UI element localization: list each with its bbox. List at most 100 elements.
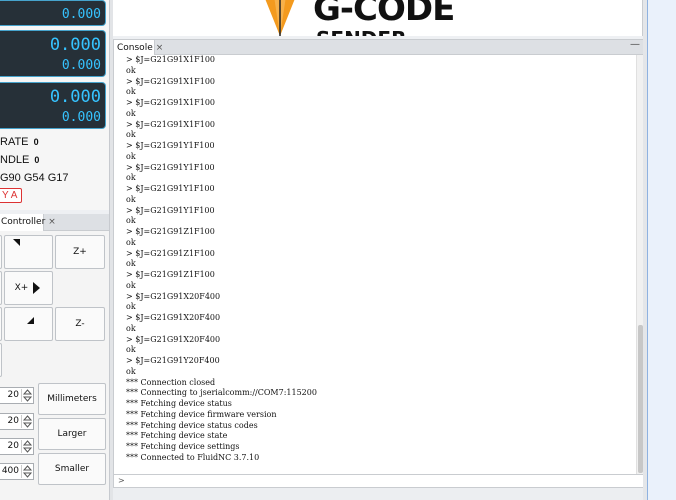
console-line: *** Fetching device status codes: [126, 420, 258, 430]
console-line: *** Connection closed: [126, 377, 216, 387]
console-line: > $J=G21G91X20F400: [126, 313, 221, 322]
play-triangle-icon: [33, 282, 41, 294]
dro-panel: 0.000 0.000 0.000 0.000 0.000 RATE 0 NDL…: [0, 0, 109, 210]
up-down-arrows-icon[interactable]: [21, 465, 33, 478]
jog-z-minus-button[interactable]: Z-: [55, 307, 105, 341]
console-line: > $J=G21G91Z1F100: [126, 227, 215, 236]
larger-button[interactable]: Larger: [38, 418, 106, 450]
arrow-triangle-icon: [13, 239, 20, 246]
console-line: ok: [126, 366, 136, 376]
console-output[interactable]: > $J=G21G91X1F100 ok > $J=G21G91X1F100 ok > …: [113, 55, 644, 474]
up-down-arrows-icon[interactable]: [21, 389, 33, 402]
jog-z-plus-label: Z+: [73, 247, 87, 257]
step-z-value: 20: [7, 416, 19, 426]
step-a-spinner[interactable]: 20: [0, 438, 34, 455]
close-icon[interactable]: ×: [48, 217, 56, 227]
alarm-badge[interactable]: Y A: [0, 188, 23, 203]
console-line: > $J=G21G91Z1F100: [126, 270, 215, 279]
console-line: ok: [126, 65, 136, 75]
console-line: ok: [126, 323, 136, 333]
console-line: ok: [126, 130, 136, 140]
tab-controller[interactable]: Controller ×: [0, 214, 56, 231]
feed-step-value: 400: [1, 466, 19, 476]
tab-console-label: Console: [117, 43, 153, 53]
up-down-arrows-icon[interactable]: [21, 415, 33, 428]
gcode-state: G90 G54 G17: [0, 172, 69, 184]
console-line: ok: [126, 87, 136, 97]
dro-x-work-value: 0.000: [61, 7, 101, 22]
jog-x-plus-button[interactable]: X+: [4, 271, 53, 305]
up-down-arrows-icon[interactable]: [21, 440, 33, 453]
jog-z-plus-button[interactable]: Z+: [55, 235, 105, 269]
console-line: *** Connecting to jserialcomm://COM7:115…: [126, 388, 317, 398]
step-xy-value: 20: [7, 390, 19, 400]
minimize-icon[interactable]: —: [630, 39, 640, 50]
controller-tabbar: Controller ×: [0, 214, 109, 231]
console-line: *** Fetching device settings: [126, 442, 240, 451]
app-window: 0.000 0.000 0.000 0.000 0.000 RATE 0 NDL…: [0, 0, 676, 500]
logo-cone-icon: [265, 0, 295, 36]
console-line: > $J=G21G91Y20F400: [126, 356, 220, 365]
logo-word-sub: SENDER: [316, 27, 406, 36]
step-xy-spinner[interactable]: 20: [0, 387, 34, 404]
console-line: ok: [126, 194, 136, 204]
command-input[interactable]: >: [113, 474, 644, 488]
console-line: ok: [126, 280, 136, 290]
console-line: *** Fetching device status: [126, 399, 232, 408]
close-icon[interactable]: ×: [156, 43, 164, 53]
console-line: > $J=G21G91X20F400: [126, 291, 221, 301]
jog-x-minus-y-plus-button[interactable]: [0, 235, 2, 269]
dro-axis-z: 0.000 0.000: [0, 82, 106, 129]
jog-x-plus-y-plus-button[interactable]: [4, 235, 53, 269]
right-side-panel: [647, 0, 676, 500]
console-line: > $J=G21G91Y1F100: [126, 162, 215, 172]
console-scrollbar[interactable]: [636, 55, 643, 474]
jog-x-plus-label: X+: [14, 283, 29, 293]
jog-y-minus-button[interactable]: [0, 343, 2, 377]
console-line: > $J=G21G91X20F400: [126, 334, 221, 344]
smaller-button[interactable]: Smaller: [38, 453, 106, 485]
console-line: > $J=G21G91Z1F100: [126, 248, 215, 258]
jog-z-minus-label: Z-: [75, 319, 85, 329]
console-line: > $J=G21G91X1F100: [126, 119, 215, 129]
console-line: ok: [126, 173, 136, 183]
arrow-triangle-icon: [27, 317, 34, 324]
feed-rate-value: 0: [33, 137, 39, 147]
jog-x-plus-y-minus-button[interactable]: [4, 307, 53, 341]
console-line: ok: [126, 302, 136, 312]
spindle-row: NDLE 0: [0, 154, 39, 166]
logo-area: G-CODE SENDER: [113, 0, 643, 36]
dro-y-machine-value: 0.000: [49, 35, 101, 55]
console-line: ok: [126, 108, 136, 118]
console-lines: > $J=G21G91X1F100 ok > $J=G21G91X1F100 ok > …: [126, 55, 317, 464]
console-line: > $J=G21G91Y1F100: [126, 205, 215, 215]
console-line: ok: [126, 151, 136, 161]
jog-x-minus-y-minus-button[interactable]: [0, 307, 2, 341]
step-z-spinner[interactable]: 20: [0, 413, 34, 430]
tab-controller-label: Controller: [1, 217, 46, 227]
console-line: > $J=G21G91X1F100: [126, 55, 215, 64]
feed-rate-label: RATE: [0, 136, 29, 148]
tab-console[interactable]: Console ×: [113, 39, 163, 56]
console-tabbar: Console × —: [113, 39, 644, 56]
step-a-value: 20: [7, 441, 19, 451]
dro-y-work-value: 0.000: [61, 58, 101, 73]
spindle-value: 0: [34, 155, 40, 165]
logo-word: G-CODE: [313, 0, 455, 29]
feed-rate-row: RATE 0: [0, 136, 39, 148]
dro-z-machine-value: 0.000: [49, 87, 101, 107]
units-button[interactable]: Millimeters: [38, 383, 106, 415]
console-line: ok: [126, 345, 136, 355]
console-line: > $J=G21G91X1F100: [126, 76, 215, 86]
console-line: > $J=G21G91X1F100: [126, 98, 215, 107]
console-line: *** Fetching device state: [126, 431, 228, 441]
console-line: ok: [126, 216, 136, 226]
spindle-label: NDLE: [0, 154, 30, 166]
jog-controller: Z+ X+ Z- 20 20 20 400 Millimeters Larger…: [0, 231, 109, 500]
dro-axis-x: 0.000: [0, 0, 106, 26]
feed-spinner[interactable]: 400: [0, 463, 34, 480]
console-line: ok: [126, 237, 136, 247]
console-line: *** Connected to FluidNC 3.7.10: [126, 452, 260, 462]
jog-x-minus-button[interactable]: [0, 271, 2, 305]
dro-z-work-value: 0.000: [61, 110, 101, 125]
